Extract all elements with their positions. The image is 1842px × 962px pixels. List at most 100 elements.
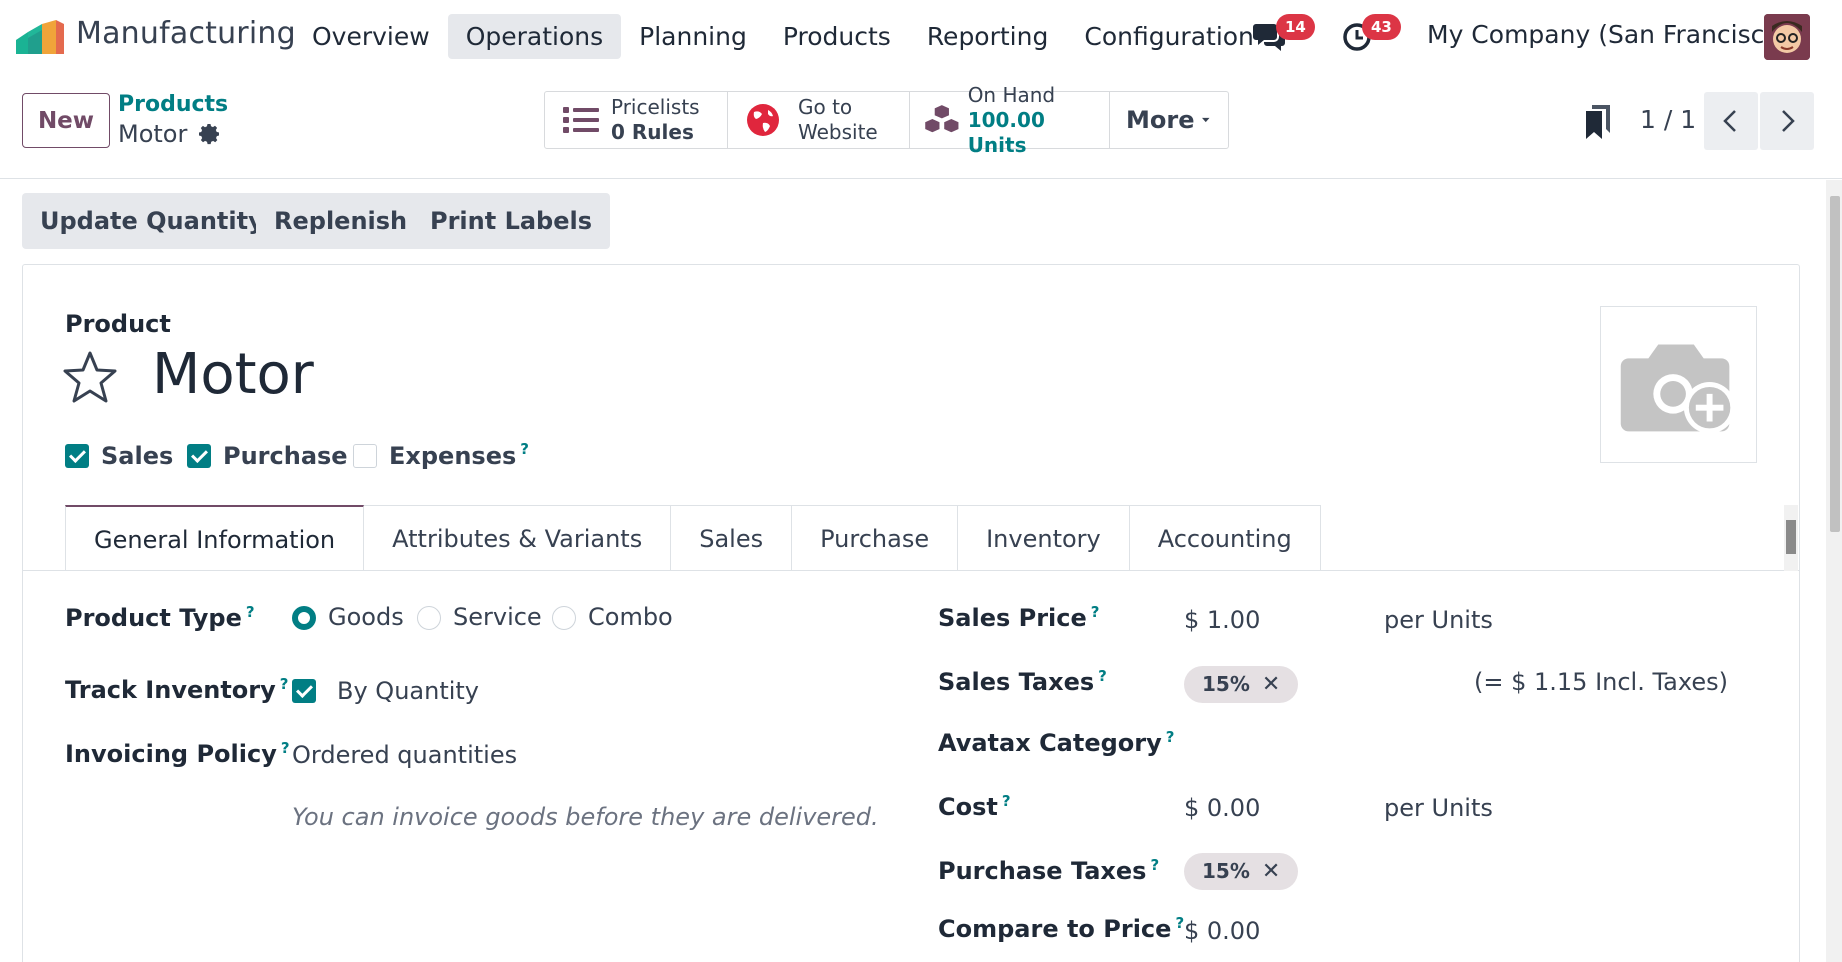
pricelists-button[interactable]: Pricelists 0 Rules — [545, 92, 728, 148]
on-hand-value: 100.00 Units — [967, 107, 1045, 157]
sales-tax-tag[interactable]: 15% ✕ — [1184, 666, 1299, 703]
sales-price-unit: per Units — [1384, 606, 1493, 634]
website-label-2: Website — [798, 120, 878, 144]
gear-icon[interactable] — [198, 122, 222, 146]
star-icon[interactable] — [62, 350, 118, 404]
checkbox-sales[interactable]: Sales — [65, 442, 173, 470]
invoicing-policy-help-text: You can invoice goods before they are de… — [292, 803, 879, 831]
track-inventory-checkbox[interactable] — [292, 679, 316, 703]
sales-taxes-label-text: Sales Taxes — [938, 668, 1095, 696]
sales-checkbox[interactable] — [65, 444, 89, 468]
remove-tag-icon[interactable]: ✕ — [1262, 859, 1280, 884]
pager-previous-button[interactable] — [1704, 92, 1758, 150]
purchase-checkbox[interactable] — [187, 444, 211, 468]
company-switcher[interactable]: My Company (San Francisco) — [1427, 20, 1789, 49]
cost-input[interactable]: $ 0.00 — [1184, 794, 1260, 822]
product-name[interactable]: Motor — [152, 342, 314, 407]
tab-general-information[interactable]: General Information — [65, 505, 365, 571]
product-type-service-radio[interactable] — [417, 606, 441, 630]
chevron-right-icon — [1782, 110, 1795, 132]
sales-price-help-icon[interactable]: ? — [1091, 603, 1100, 621]
header-divider — [0, 178, 1842, 179]
track-inventory-value[interactable]: By Quantity — [337, 677, 479, 705]
messages-badge: 14 — [1276, 14, 1315, 40]
avatax-category-help-icon[interactable]: ? — [1166, 728, 1175, 746]
more-label: More — [1126, 106, 1195, 134]
product-type-help-icon[interactable]: ? — [246, 603, 255, 621]
sales-taxes-label: Sales Taxes? — [938, 667, 1107, 696]
avatax-category-label: Avatax Category? — [938, 728, 1174, 757]
menu-item-operations[interactable]: Operations — [447, 14, 622, 59]
purchase-tax-tag-label: 15% — [1202, 859, 1250, 883]
purchase-checkbox-label: Purchase — [223, 442, 348, 470]
chevron-left-icon — [1723, 110, 1736, 132]
menu-item-products[interactable]: Products — [765, 14, 909, 59]
sales-taxes-included: (= $ 1.15 Incl. Taxes) — [1474, 668, 1728, 696]
top-navbar: Manufacturing Overview Operations Planni… — [0, 0, 1842, 74]
product-type-service-label[interactable]: Service — [453, 603, 542, 631]
pager-value[interactable]: 1 / 1 — [1640, 105, 1696, 134]
print-labels-button[interactable]: Print Labels — [412, 193, 611, 249]
form-tabs: General Information Attributes & Variant… — [65, 505, 1321, 571]
avatar-face-icon — [1764, 14, 1810, 60]
invoicing-policy-help-icon[interactable]: ? — [281, 739, 290, 757]
menu-item-overview[interactable]: Overview — [294, 14, 448, 59]
menu-item-configuration[interactable]: Configuration — [1066, 14, 1272, 59]
tab-purchase[interactable]: Purchase — [792, 505, 959, 571]
cubes-icon — [923, 103, 960, 134]
checkbox-purchase[interactable]: Purchase — [187, 442, 348, 470]
track-inventory-help-icon[interactable]: ? — [280, 675, 289, 693]
globe-icon — [747, 104, 779, 136]
product-type-goods-radio[interactable] — [292, 606, 316, 630]
on-hand-button[interactable]: On Hand 100.00 Units — [910, 83, 1110, 157]
activities-badge: 43 — [1362, 14, 1401, 40]
tab-sales[interactable]: Sales — [671, 505, 793, 571]
replenish-button[interactable]: Replenish — [256, 193, 426, 249]
invoicing-policy-label-text: Invoicing Policy — [65, 740, 277, 768]
checkbox-expenses[interactable]: Expenses ? — [353, 440, 529, 470]
invoicing-policy-value[interactable]: Ordered quantities — [292, 741, 517, 769]
track-inventory-label: Track Inventory? — [65, 675, 288, 704]
list-icon — [563, 107, 599, 133]
on-hand-label: On Hand — [967, 82, 1056, 107]
purchase-taxes-help-icon[interactable]: ? — [1150, 856, 1159, 874]
breadcrumb-products[interactable]: Products — [118, 92, 228, 117]
purchase-taxes-label-text: Purchase Taxes — [938, 857, 1147, 885]
sales-taxes-help-icon[interactable]: ? — [1098, 667, 1107, 685]
pager-next-button[interactable] — [1760, 92, 1814, 150]
more-button[interactable]: More — [1110, 92, 1228, 148]
bookmark-icon[interactable] — [1586, 105, 1610, 139]
new-button[interactable]: New — [22, 93, 110, 148]
page-scrollbar-thumb[interactable] — [1830, 196, 1840, 532]
sales-price-input[interactable]: $ 1.00 — [1184, 606, 1260, 634]
tab-attributes-variants[interactable]: Attributes & Variants — [364, 505, 672, 571]
tab-inventory[interactable]: Inventory — [958, 505, 1130, 571]
tab-accounting[interactable]: Accounting — [1129, 505, 1321, 571]
tabs-scrollbar-thumb[interactable] — [1786, 520, 1796, 554]
menu-item-reporting[interactable]: Reporting — [909, 14, 1067, 59]
product-type-combo-radio[interactable] — [552, 606, 576, 630]
purchase-taxes-label: Purchase Taxes? — [938, 856, 1159, 885]
menu-item-planning[interactable]: Planning — [621, 14, 765, 59]
sales-price-label-text: Sales Price — [938, 604, 1087, 632]
product-type-goods-label[interactable]: Goods — [328, 603, 404, 631]
manufacturing-app-icon[interactable] — [16, 20, 64, 54]
purchase-tax-tag[interactable]: 15% ✕ — [1184, 853, 1299, 890]
compare-price-label: Compare to Price? — [938, 914, 1184, 943]
cost-label: Cost? — [938, 792, 1011, 821]
update-quantity-button[interactable]: Update Quantity — [22, 193, 282, 249]
remove-tag-icon[interactable]: ✕ — [1262, 672, 1280, 697]
product-type-combo-label[interactable]: Combo — [588, 603, 673, 631]
expenses-checkbox[interactable] — [353, 444, 377, 468]
cost-help-icon[interactable]: ? — [1002, 792, 1011, 810]
compare-price-help-icon[interactable]: ? — [1175, 914, 1184, 932]
product-image-upload[interactable] — [1600, 306, 1757, 463]
expenses-help-icon[interactable]: ? — [520, 440, 529, 458]
sales-tax-tag-label: 15% — [1202, 672, 1250, 696]
website-button[interactable]: Go to Website — [728, 92, 910, 148]
app-name[interactable]: Manufacturing — [76, 16, 296, 51]
avatax-category-input[interactable] — [1184, 724, 1744, 760]
user-avatar[interactable] — [1764, 14, 1810, 60]
track-inventory-label-text: Track Inventory — [65, 676, 276, 704]
compare-price-input[interactable]: $ 0.00 — [1184, 917, 1260, 945]
